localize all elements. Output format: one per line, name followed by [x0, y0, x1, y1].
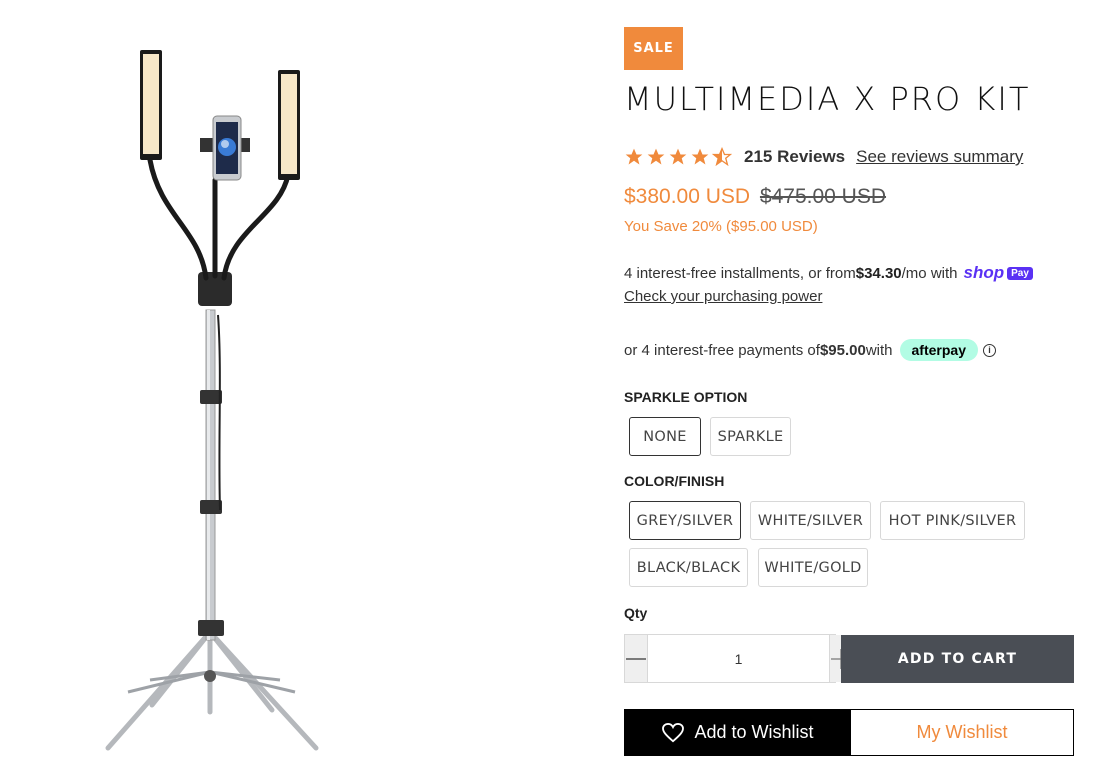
option-grey-silver[interactable]: GREY/SILVER: [629, 501, 741, 540]
my-wishlist-button[interactable]: My Wishlist: [851, 710, 1073, 755]
product-title: MULTIMEDIA X PRO KIT: [624, 80, 1031, 118]
afterpay-logo: afterpay: [899, 339, 978, 361]
shop-pay-badge: Pay: [1007, 266, 1033, 280]
afterpay-text-after: with: [865, 341, 893, 359]
compare-price: $475.00 USD: [759, 185, 887, 208]
shop-pay-logo: shop: [963, 263, 1005, 282]
sale-badge: SALE: [624, 27, 683, 70]
add-to-wishlist-button[interactable]: Add to Wishlist: [625, 710, 851, 755]
sparkle-option-label: SPARKLE OPTION: [624, 389, 748, 405]
minus-icon: [626, 657, 646, 660]
afterpay-installments: or 4 interest-free payments of $95.00 wi…: [624, 339, 996, 361]
info-icon[interactable]: i: [982, 343, 996, 357]
option-none[interactable]: NONE: [629, 417, 701, 456]
add-to-wishlist-label: Add to Wishlist: [694, 722, 814, 742]
star-icon: [647, 148, 665, 165]
star-icon: [691, 148, 709, 165]
qty-input[interactable]: [647, 635, 830, 682]
savings-text: You Save 20% ($95.00 USD): [624, 218, 818, 235]
option-black-black[interactable]: BLACK/BLACK: [629, 548, 748, 587]
add-to-cart-button[interactable]: ADD TO CART: [841, 635, 1074, 683]
option-white-silver[interactable]: WHITE/SILVER: [750, 501, 871, 540]
shop-pay-text-after: /mo with: [901, 264, 958, 282]
option-hot-pink-silver[interactable]: HOT PINK/SILVER: [880, 501, 1025, 540]
color-finish-label: COLOR/FINISH: [624, 473, 725, 489]
wishlist-row: Add to Wishlist My Wishlist: [624, 709, 1074, 756]
shop-pay-installments: 4 interest-free installments, or from $3…: [624, 263, 1033, 283]
star-rating[interactable]: [624, 147, 732, 167]
quantity-stepper: [624, 634, 852, 683]
shop-pay-text-before: 4 interest-free installments, or from: [624, 264, 856, 282]
product-image[interactable]: [90, 40, 340, 765]
option-sparkle[interactable]: SPARKLE: [710, 417, 791, 456]
rating-row: 215 Reviews See reviews summary: [624, 145, 1023, 169]
purchasing-power-link[interactable]: Check your purchasing power: [624, 288, 822, 305]
current-price: $380.00 USD: [624, 185, 751, 208]
heart-icon: [662, 722, 685, 742]
star-icon: [625, 148, 643, 165]
star-icon: [669, 148, 687, 165]
afterpay-amount: $95.00: [819, 341, 866, 359]
shop-pay-amount: $34.30: [855, 264, 902, 282]
price-row: $380.00 USD $475.00 USD: [624, 185, 886, 209]
option-white-gold[interactable]: WHITE/GOLD: [758, 548, 868, 587]
qty-label: Qty: [624, 605, 648, 621]
reviews-summary-link[interactable]: See reviews summary: [856, 147, 1023, 167]
qty-decrease-button[interactable]: [625, 635, 647, 682]
reviews-count[interactable]: 215 Reviews: [744, 147, 845, 167]
afterpay-text-before: or 4 interest-free payments of: [624, 341, 820, 359]
star-half-icon: [712, 147, 732, 167]
